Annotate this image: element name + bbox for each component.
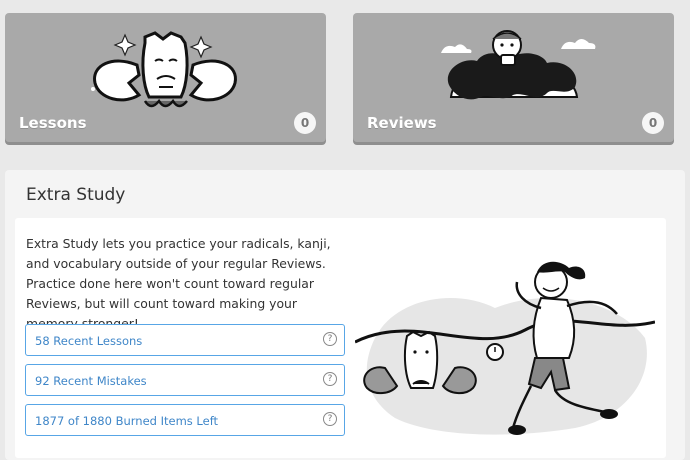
reviews-count-badge: 0 [642, 112, 664, 134]
extra-study-card: Extra Study lets you practice your radic… [15, 218, 666, 458]
recent-lessons-label: 58 Recent Lessons [35, 334, 143, 348]
lessons-tile[interactable]: Lessons 0 [5, 13, 326, 142]
question-mark-icon[interactable]: ? [323, 372, 337, 386]
recent-mistakes-button[interactable]: 92 Recent Mistakes ? [25, 364, 345, 396]
lessons-count-badge: 0 [294, 112, 316, 134]
question-mark-icon[interactable]: ? [323, 332, 337, 346]
crabigator-illustration [91, 31, 237, 108]
extra-study-description: Extra Study lets you practice your radic… [26, 236, 331, 331]
recent-lessons-button[interactable]: 58 Recent Lessons ? [25, 324, 345, 356]
recent-mistakes-label: 92 Recent Mistakes [35, 374, 147, 388]
extra-study-section: Extra Study Extra Study lets you practic… [5, 170, 685, 460]
reviews-tile[interactable]: Reviews 0 [353, 13, 674, 142]
extra-study-title: Extra Study [26, 185, 126, 205]
burned-items-label: 1877 of 1880 Burned Items Left [35, 414, 219, 428]
race-finish-illustration [355, 261, 655, 435]
question-mark-icon[interactable]: ? [323, 412, 337, 426]
lessons-label: Lessons [19, 114, 87, 132]
reviews-illustration [441, 30, 596, 100]
burned-items-button[interactable]: 1877 of 1880 Burned Items Left ? [25, 404, 345, 436]
reviews-label: Reviews [367, 114, 437, 132]
